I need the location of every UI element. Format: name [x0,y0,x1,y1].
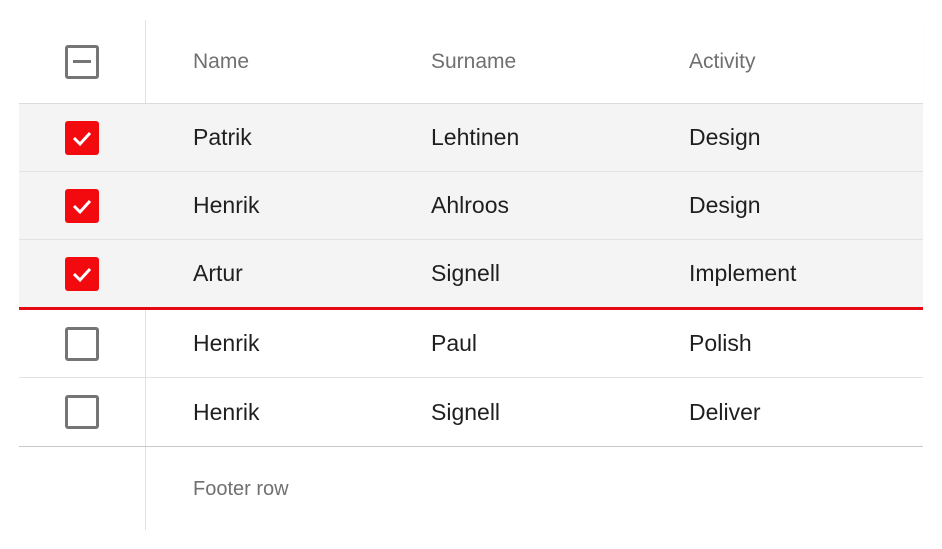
row-select-cell [19,378,145,446]
row-select-cell [19,240,145,307]
cell-activity: Design [689,192,761,218]
minus-icon [73,59,91,63]
table-row[interactable]: Artur Signell Implement [19,240,923,310]
footer-label: Footer row [193,477,289,500]
cell-name: Henrik [193,398,260,425]
header-name[interactable]: Name [193,20,249,103]
table-row[interactable]: Henrik Ahlroos Design [19,172,923,240]
data-grid: Name Surname Activity Patrik Lehtinen De… [19,20,923,530]
header-surname[interactable]: Surname [431,20,516,103]
select-all-checkbox[interactable] [65,44,99,79]
checkmark-icon [72,267,92,282]
row-checkbox[interactable] [65,395,99,429]
checkmark-icon [72,199,92,214]
cell-name: Henrik [193,330,260,356]
cell-name: Artur [193,260,243,286]
table-row[interactable]: Henrik Signell Deliver [19,378,923,446]
header-activity[interactable]: Activity [689,20,756,103]
row-checkbox[interactable] [65,256,99,291]
row-select-cell [19,172,145,239]
cell-name: Patrik [193,124,252,150]
row-select-cell [19,310,145,377]
row-checkbox[interactable] [65,188,99,223]
cell-name: Henrik [193,192,260,218]
row-checkbox[interactable] [65,120,99,155]
cell-surname: Signell [431,398,501,425]
cell-activity: Implement [689,260,797,286]
cell-activity: Deliver [689,398,761,425]
table-row[interactable]: Henrik Paul Polish [19,310,923,378]
cell-surname: Signell [431,260,501,286]
header-row: Name Surname Activity [19,20,923,104]
cell-surname: Paul [431,330,478,356]
checkmark-icon [72,131,92,146]
footer-row: Footer row [19,446,923,531]
select-all-cell [19,20,145,103]
table-row[interactable]: Patrik Lehtinen Design [19,104,923,172]
cell-surname: Ahlroos [431,192,509,218]
cell-activity: Polish [689,330,752,356]
row-checkbox[interactable] [65,326,99,361]
row-select-cell [19,104,145,171]
cell-surname: Lehtinen [431,124,520,150]
cell-activity: Design [689,124,761,150]
